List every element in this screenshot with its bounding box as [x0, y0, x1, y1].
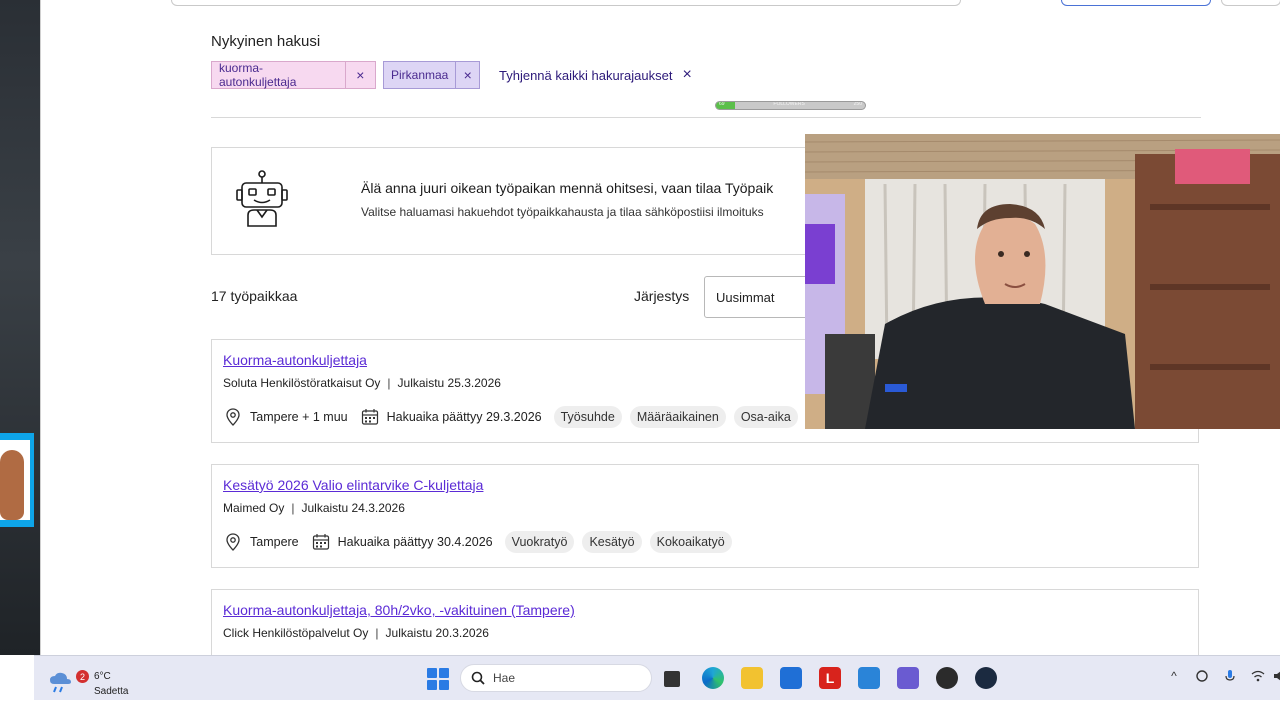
calendar-icon: [360, 407, 380, 427]
close-icon: ×: [682, 66, 692, 83]
job-card: Kesätyö 2026 Valio elintarvike C-kuljett…: [211, 464, 1199, 568]
job-meta: Soluta Henkilöstöratkaisut Oy | Julkaist…: [223, 376, 501, 390]
meta-separator: |: [291, 501, 295, 515]
clear-all-label: Tyhjennä kaikki hakurajaukset: [499, 67, 673, 83]
job-deadline: Hakuaika päättyy 30.4.2026: [337, 535, 493, 549]
job-tag: Määräaikainen: [629, 406, 726, 428]
job-deadline: Hakuaika päättyy 29.3.2026: [386, 410, 542, 424]
location-pin-icon: [223, 532, 243, 552]
weather-temperature: 6°C: [94, 671, 111, 682]
job-meta: Click Henkilöstöpalvelut Oy | Julkaistu …: [223, 626, 489, 640]
meta-separator: |: [375, 626, 379, 640]
screen-bottom-edge: [0, 700, 1280, 720]
remove-filter-button[interactable]: ×: [455, 62, 479, 88]
steam-icon[interactable]: [975, 667, 997, 689]
followers-label: FOLLOWERS: [773, 101, 805, 107]
calendar-icon: [311, 532, 331, 552]
obs-icon[interactable]: [936, 667, 958, 689]
teams-icon[interactable]: [897, 667, 919, 689]
filter-chip-region: Pirkanmaa ×: [383, 61, 480, 89]
robot-icon: [236, 170, 288, 227]
chevron-up-icon[interactable]: ^: [1166, 668, 1182, 684]
address-bar-edge[interactable]: [171, 0, 961, 6]
start-icon[interactable]: [427, 668, 449, 690]
job-tag: Kokoaikatyö: [649, 531, 732, 553]
job-location: Tampere: [250, 535, 299, 549]
result-count: 17 työpaikkaa: [211, 288, 298, 304]
volume-icon[interactable]: [1270, 668, 1280, 684]
screen: Nykyinen hakusi kuorma-autonkuljettaja ×…: [0, 0, 1280, 720]
taskbar: 2 6°C Sadetta Hae L ^: [34, 655, 1280, 700]
filter-chip-label: Pirkanmaa: [391, 68, 449, 82]
webcam-overlay: [805, 134, 1280, 429]
job-details: Tampere Hakuaika päättyy 30.4.2026 Vuokr…: [223, 531, 740, 553]
l-app-icon[interactable]: L: [819, 667, 841, 689]
job-published: Julkaistu 25.3.2026: [397, 376, 501, 390]
remove-filter-button[interactable]: ×: [344, 62, 375, 88]
weather-description: Sadetta: [94, 686, 129, 697]
job-details: Tampere + 1 muu Hakuaika päättyy 29.3.20…: [223, 406, 806, 428]
weather-widget[interactable]: 2 6°C Sadetta: [48, 664, 128, 697]
followers-current: 69: [719, 101, 725, 107]
job-published: Julkaistu 24.3.2026: [301, 501, 405, 515]
divider: [211, 117, 1201, 118]
followers-overlay-bar: 69 FOLLOWERS 250: [715, 101, 866, 110]
filter-chip-occupation: kuorma-autonkuljettaja ×: [211, 61, 376, 89]
store-icon[interactable]: [780, 667, 802, 689]
outlook-icon[interactable]: [858, 667, 880, 689]
followers-goal: 250: [853, 101, 862, 107]
alert-subtitle: Valitse haluamasi hakuehdot työpaikkahau…: [361, 205, 764, 219]
job-title-link[interactable]: Kuorma-autonkuljettaja: [223, 352, 367, 368]
notification-badge: 2: [76, 670, 89, 683]
task-view-icon[interactable]: [664, 671, 680, 687]
search-placeholder: Hae: [493, 671, 516, 685]
job-published: Julkaistu 20.3.2026: [385, 626, 489, 640]
job-tag: Työsuhde: [553, 406, 622, 428]
job-company: Soluta Henkilöstöratkaisut Oy: [223, 376, 381, 390]
job-tag: Osa-aika: [733, 406, 798, 428]
rain-cloud-icon: [50, 672, 71, 693]
current-search-heading: Nykyinen hakusi: [211, 33, 321, 50]
sort-label: Järjestys: [634, 288, 690, 304]
tray-app-icon[interactable]: [1194, 668, 1210, 684]
job-tag: Vuokratyö: [504, 531, 575, 553]
webcam-image: [805, 134, 1280, 429]
file-explorer-icon[interactable]: [741, 667, 763, 689]
job-title-link[interactable]: Kesätyö 2026 Valio elintarvike C-kuljett…: [223, 477, 483, 493]
microphone-icon[interactable]: [1222, 668, 1238, 684]
job-title-link[interactable]: Kuorma-autonkuljettaja, 80h/2vko, -vakit…: [223, 602, 575, 618]
browser-button-edge-2[interactable]: [1221, 0, 1280, 6]
search-icon: [471, 671, 485, 685]
desktop-widget-image: [0, 450, 24, 520]
job-company: Maimed Oy: [223, 501, 285, 515]
job-company: Click Henkilöstöpalvelut Oy: [223, 626, 369, 640]
clear-all-filters-button[interactable]: Tyhjennä kaikki hakurajaukset ×: [499, 66, 692, 84]
location-pin-icon: [223, 407, 243, 427]
filter-chip-label: kuorma-autonkuljettaja: [219, 61, 297, 89]
job-tag: Kesätyö: [582, 531, 642, 553]
taskbar-search[interactable]: Hae: [460, 664, 652, 692]
job-location: Tampere + 1 muu: [250, 410, 348, 424]
edge-icon[interactable]: [702, 667, 724, 689]
alert-title: Älä anna juuri oikean työpaikan mennä oh…: [361, 180, 774, 196]
browser-button-edge[interactable]: [1061, 0, 1211, 6]
meta-separator: |: [387, 376, 391, 390]
job-meta: Maimed Oy | Julkaistu 24.3.2026: [223, 501, 405, 515]
wifi-icon[interactable]: [1250, 668, 1266, 684]
desktop-background: [0, 0, 40, 655]
